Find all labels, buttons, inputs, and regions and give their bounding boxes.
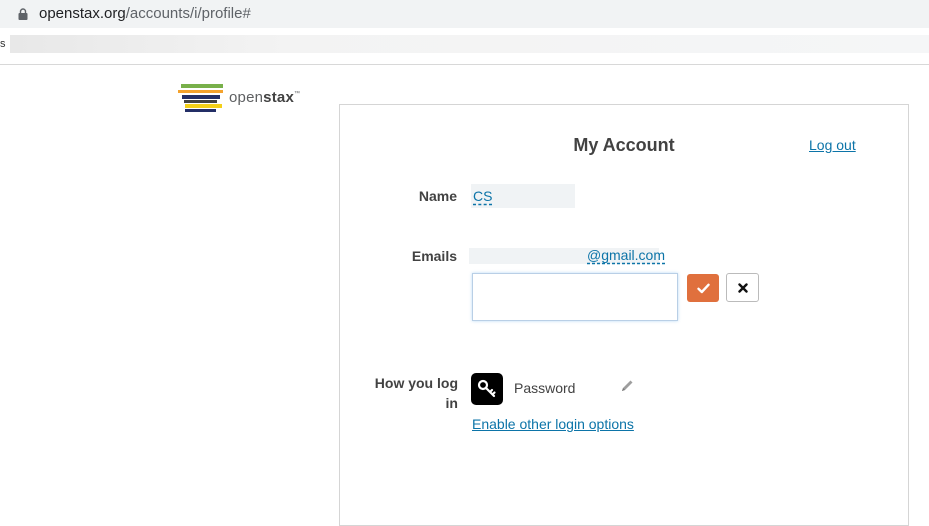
address-bar[interactable]: openstax.org/accounts/i/profile# bbox=[0, 0, 929, 28]
name-value[interactable]: CS bbox=[473, 188, 492, 204]
url-host: openstax.org bbox=[39, 5, 126, 22]
bookmark-item[interactable]: s bbox=[0, 38, 6, 50]
key-icon bbox=[471, 373, 503, 405]
lock-icon bbox=[18, 8, 28, 20]
edit-password-icon[interactable] bbox=[619, 378, 635, 394]
bookmarks-bar: s bbox=[0, 28, 929, 65]
cancel-email-button[interactable] bbox=[726, 273, 759, 302]
confirm-email-button[interactable] bbox=[687, 274, 719, 302]
url-text: openstax.org/accounts/i/profile# bbox=[39, 5, 251, 22]
email-input[interactable] bbox=[472, 273, 678, 321]
url-path: /accounts/i/profile# bbox=[125, 5, 251, 22]
login-methods-label: How you log in bbox=[374, 375, 458, 411]
logout-link[interactable]: Log out bbox=[809, 137, 856, 153]
bookmarks-blurred bbox=[10, 35, 929, 53]
openstax-logo-icon bbox=[178, 84, 223, 112]
check-icon bbox=[696, 283, 710, 293]
close-icon bbox=[737, 282, 748, 293]
openstax-wordmark: openstax™ bbox=[229, 89, 301, 106]
emails-label: Emails bbox=[411, 248, 457, 264]
name-label: Name bbox=[418, 188, 457, 204]
password-method-label: Password bbox=[514, 380, 576, 396]
email-value[interactable]: @gmail.com bbox=[587, 247, 665, 263]
enable-login-options-link[interactable]: Enable other login options bbox=[472, 416, 634, 432]
